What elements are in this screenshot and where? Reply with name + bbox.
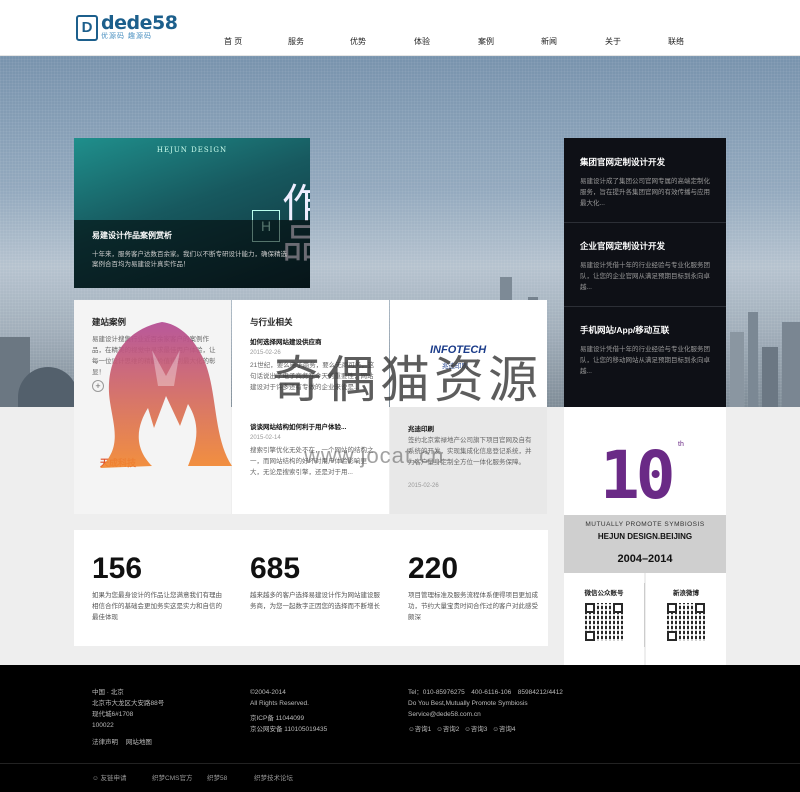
- feature-showcase[interactable]: HEJUN DESIGN H 作品 易建设计作品案例赏析 十年来，服务客户达数百…: [74, 138, 310, 288]
- news-item[interactable]: 谈谈网站结构如何利于用户体验... 2015-02-14 搜索引擎优化无处不在，…: [250, 421, 378, 489]
- icp-line: 京ICP备 11044099: [250, 715, 305, 722]
- address-line: 中国 · 北京: [92, 689, 124, 696]
- industry-title: 与行业相关: [250, 317, 293, 327]
- footer-address: 中国 · 北京 北京市大龙区大安路88号 现代城6#1708 100022: [92, 687, 164, 731]
- service-desc: 易建设计凭借十年的行业经验与专业化服务团队，让您的企业官网从满足预期目标到永向卓…: [580, 262, 710, 291]
- qq-consult-link[interactable]: ☺咨询3: [464, 724, 487, 735]
- qq-consult-link[interactable]: ☺咨询2: [436, 724, 459, 735]
- news-desc: 21世纪，要么电子商务，要么无商可务，这句话说出了电子商务在今天的重要性，网站建…: [250, 362, 375, 391]
- copyright-line: All Rights Reserved.: [250, 700, 309, 707]
- news-desc: 搜索引擎优化无处不在，一个网站的结构之一，而网站结构的好坏对用户体验影响更大，无…: [250, 447, 374, 476]
- stat-desc: 如果为您最身设计的作品让您满意我们有理由相信合作的基础会更加务实这是实力和自信的…: [92, 592, 222, 621]
- site-footer: 中国 · 北京 北京市大龙区大安路88号 现代城6#1708 100022 法律…: [0, 665, 800, 792]
- stat-desc: 越来越多的客户选择易建设计作为网站建设服务商，为您一起数字正因您的选择而不断增长: [250, 592, 380, 610]
- feature-title: 易建设计作品案例赏析: [92, 231, 172, 240]
- cases-desc: 易建设计搜集行业近百余家客户的案例作品，在精美的视觉中寻求最佳用户体验，让每一位…: [92, 336, 216, 376]
- legal-link[interactable]: 法律声明: [92, 739, 118, 746]
- partner-desc: 签约北京紫禄地产公司旗下项目官网及自有系统的开发，实现集成化信息登记系统，并为客…: [408, 437, 532, 466]
- partner-date: 2015-02-26: [408, 483, 439, 489]
- service-item[interactable]: 集团官网定制设计开发 易建设计成了集团公司官网专属的高端定制化服务，旨在提升各集…: [564, 156, 726, 209]
- services-panel: 集团官网定制设计开发 易建设计成了集团公司官网专属的高端定制化服务，旨在提升各集…: [564, 138, 726, 407]
- nav-news[interactable]: 新闻: [541, 36, 557, 47]
- service-item[interactable]: 企业官网定制设计开发 易建设计凭借十年的行业经验与专业化服务团队，让您的企业官网…: [564, 240, 726, 293]
- cases-card[interactable]: 建站案例 易建设计搜集行业近百余家客户的案例作品，在精美的视觉中寻求最佳用户体验…: [74, 300, 231, 514]
- service-desc: 易建设计凭借十年的行业经验与专业化服务团队，让您的移动网站从满足预期目标到永向卓…: [580, 346, 710, 375]
- news-date: 2015-02-14: [250, 435, 281, 441]
- partner-card[interactable]: 兆迪印刷 签约北京紫禄地产公司旗下项目官网及自有系统的开发，实现集成化信息登记系…: [390, 407, 547, 514]
- qq-consult-link[interactable]: ☺咨询1: [408, 724, 431, 735]
- industry-news-card: 与行业相关 如何选择网站建设供应商 2015-02-26 21世纪，要么电子商务…: [232, 300, 389, 514]
- news-date: 2015-02-26: [250, 350, 281, 356]
- stat-number: 220: [408, 552, 459, 585]
- qr-label: 微信公众账号: [584, 590, 624, 597]
- partner-logo: INFOTECH: [430, 344, 487, 356]
- police-line: 京公网安备 110105019435: [250, 726, 328, 733]
- nav-advantages[interactable]: 优势: [350, 36, 366, 47]
- qr-code-icon: [585, 603, 623, 641]
- address-line: 北京市大龙区大安路88号: [92, 700, 165, 707]
- feature-caption: 易建设计作品案例赏析 十年来，服务客户达数百余家。我们以不断专研设计能力，确保精…: [74, 220, 310, 288]
- anniversary-years: 2004–2014: [617, 553, 673, 565]
- nav-home[interactable]: 首 页: [224, 36, 242, 47]
- feature-desc: 十年来，服务客户达数百余家。我们以不断专研设计能力，确保精选案例合百均为易建设计…: [92, 251, 287, 268]
- contact-line: Service@dede58.com.cn: [408, 711, 481, 718]
- news-item[interactable]: 如何选择网站建设供应商 2015-02-26 21世纪，要么电子商务，要么无商可…: [250, 336, 378, 404]
- stat-card: 685 越来越多的客户选择易建设计作为网站建设服务商，为您一起数字正因您的选择而…: [232, 530, 390, 646]
- anniversary-number: 10: [600, 437, 676, 514]
- news-title: 如何选择网站建设供应商: [250, 339, 322, 346]
- nav-cases[interactable]: 案例: [478, 36, 494, 47]
- sitemap-link[interactable]: 网站地图: [126, 739, 152, 746]
- stat-desc: 项目管理标准及服务流程体系便得项目更加成功，节约大量宝贵时间合作过的客户对此感受…: [408, 592, 538, 621]
- qr-code-icon: [667, 603, 705, 641]
- logo-name: dede58: [101, 12, 178, 34]
- footer-copyright: ©2004-2014 All Rights Reserved. 京ICP备 11…: [250, 687, 327, 735]
- footer-link[interactable]: 织梦CMS官方: [152, 772, 192, 782]
- partner-logo-sub: 兆迪印刷: [442, 363, 468, 370]
- footer-link[interactable]: 织梦技术论坛: [254, 772, 293, 782]
- qr-divider: [644, 583, 645, 647]
- plus-icon[interactable]: +: [92, 380, 104, 392]
- anniversary-badge: 10 th MUTUALLY PROMOTE SYMBIOSIS HEJUN D…: [564, 407, 726, 573]
- nav-about[interactable]: 关于: [605, 36, 621, 47]
- anniversary-slogan: MUTUALLY PROMOTE SYMBIOSIS: [585, 521, 705, 528]
- cases-title: 建站案例: [92, 317, 127, 327]
- nav-contact[interactable]: 联络: [668, 36, 684, 47]
- news-title: 谈谈网站结构如何利于用户体验...: [250, 424, 347, 431]
- client-logo-text: 天成科技: [100, 458, 137, 468]
- weibo-qr[interactable]: 新浪微博: [646, 573, 726, 665]
- address-line: 现代城6#1708: [92, 711, 134, 718]
- contact-line: Tel：010-85976275 400-6116-106 85984212/4…: [408, 689, 563, 696]
- partner-logo-card[interactable]: INFOTECH 兆迪印刷: [390, 300, 547, 407]
- wechat-qr[interactable]: 微信公众账号: [564, 573, 644, 665]
- qr-label: 新浪微博: [673, 590, 699, 597]
- main-nav: 首 页 服务 优势 体验 案例 新闻 关于 联络: [0, 36, 800, 50]
- footer-divider: [0, 763, 800, 764]
- footer-legal-links: 法律声明 网站地图: [92, 737, 152, 748]
- nav-experience[interactable]: 体验: [414, 36, 430, 47]
- anniversary-sup: th: [678, 441, 684, 448]
- service-desc: 易建设计成了集团公司官网专属的高端定制化服务，旨在提升各集团官网的有效传播与应用…: [580, 178, 710, 207]
- site-header: D dede58 优源码 趣源码 首 页 服务 优势 体验 案例 新闻 关于 联…: [0, 0, 800, 56]
- partner-title: 兆迪印刷: [408, 426, 434, 433]
- stat-number: 685: [250, 552, 301, 585]
- stat-card: 220 项目管理标准及服务流程体系便得项目更加成功，节约大量宝贵时间合作过的客户…: [390, 530, 548, 646]
- service-title: 企业官网定制设计开发: [580, 241, 666, 251]
- feature-top-text: HEJUN DESIGN: [156, 146, 228, 154]
- service-title: 手机网站/App/移动互联: [580, 325, 670, 335]
- stat-number: 156: [92, 552, 143, 585]
- footer-contact: Tel：010-85976275 400-6116-106 85984212/4…: [408, 687, 563, 735]
- service-item[interactable]: 手机网站/App/移动互联 易建设计凭借十年的行业经验与专业化服务团队，让您的移…: [564, 324, 726, 377]
- stat-card: 156 如果为您最身设计的作品让您满意我们有理由相信合作的基础会更加务实这是实力…: [74, 530, 232, 646]
- anniversary-brand: HEJUN DESIGN.BEIJING: [597, 532, 693, 541]
- contact-line: Do You Best,Mutually Promote Symbiosis: [408, 700, 528, 707]
- service-title: 集团官网定制设计开发: [580, 157, 666, 167]
- footer-link[interactable]: 织梦58: [207, 772, 227, 782]
- copyright-line: ©2004-2014: [250, 689, 286, 696]
- nav-services[interactable]: 服务: [288, 36, 304, 47]
- qq-consult-link[interactable]: ☺咨询4: [492, 724, 515, 735]
- page: D dede58 优源码 趣源码 首 页 服务 优势 体验 案例 新闻 关于 联…: [0, 0, 800, 792]
- address-line: 100022: [92, 722, 114, 729]
- friend-link-apply[interactable]: ☺ 友链申请: [92, 772, 126, 782]
